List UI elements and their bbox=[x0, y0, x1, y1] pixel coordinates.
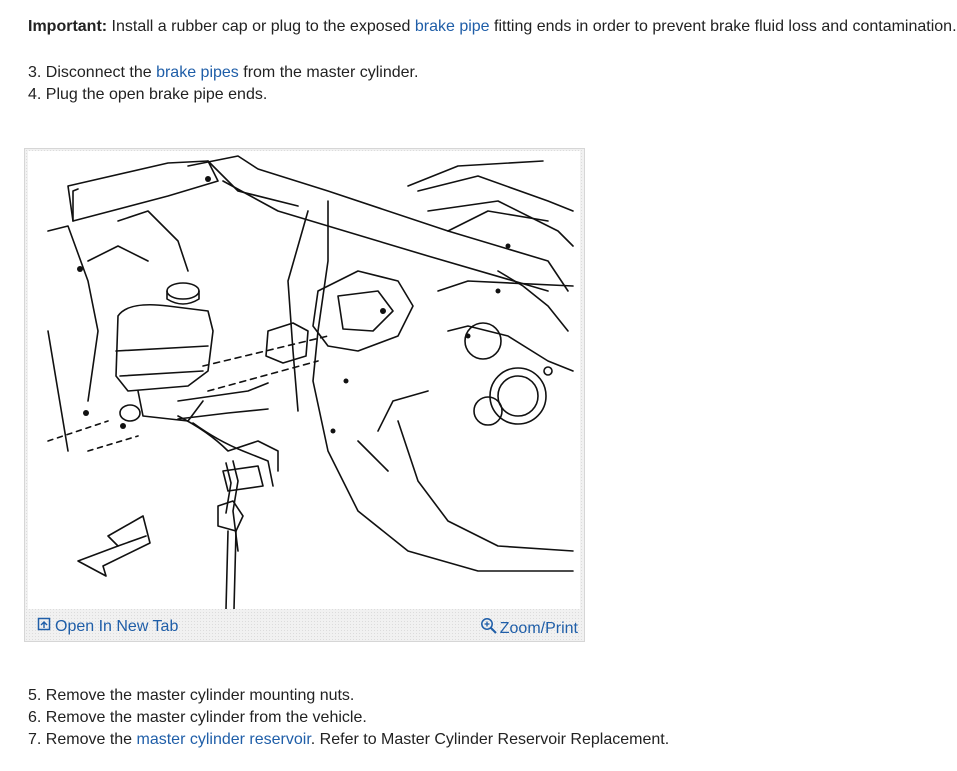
step-3: 3. Disconnect the brake pipes from the m… bbox=[28, 63, 418, 83]
master-cylinder-diagram bbox=[28, 151, 580, 609]
open-tab-icon bbox=[37, 617, 51, 636]
important-label: Important: bbox=[28, 18, 108, 35]
open-in-new-tab-button[interactable]: Open In New Tab bbox=[37, 617, 178, 636]
diagram-drawing bbox=[47, 155, 574, 609]
brake-pipe-link[interactable]: brake pipe bbox=[415, 18, 490, 35]
zoom-print-label: Zoom/Print bbox=[499, 619, 578, 637]
figure-toolbar: Open In New Tab Zoom/Print bbox=[25, 611, 584, 641]
open-in-new-tab-label: Open In New Tab bbox=[55, 617, 179, 635]
step7-text-before: 7. Remove the bbox=[28, 731, 137, 748]
step7-text-after: . Refer to Master Cylinder Reservoir Rep… bbox=[310, 731, 670, 748]
master-cylinder-reservoir-link[interactable]: master cylinder reservoir bbox=[137, 731, 311, 748]
important-note: Important: Install a rubber cap or plug … bbox=[28, 17, 957, 37]
step-6: 6. Remove the master cylinder from the v… bbox=[28, 709, 367, 726]
important-text-after: fitting ends in order to prevent brake f… bbox=[489, 18, 957, 35]
step-4: 4. Plug the open brake pipe ends. bbox=[28, 86, 268, 103]
figure-panel: Open In New Tab Zoom/Print bbox=[24, 148, 585, 642]
step3-text-before: 3. Disconnect the bbox=[28, 64, 157, 81]
brake-pipes-link[interactable]: brake pipes bbox=[156, 64, 239, 81]
zoom-print-button[interactable]: Zoom/Print bbox=[480, 617, 578, 640]
step-7: 7. Remove the master cylinder reservoir.… bbox=[28, 730, 669, 750]
magnifier-plus-icon bbox=[480, 617, 498, 640]
step-5: 5. Remove the master cylinder mounting n… bbox=[28, 687, 355, 704]
important-text-before: Install a rubber cap or plug to the expo… bbox=[107, 18, 415, 35]
step3-text-after: from the master cylinder. bbox=[238, 64, 419, 81]
